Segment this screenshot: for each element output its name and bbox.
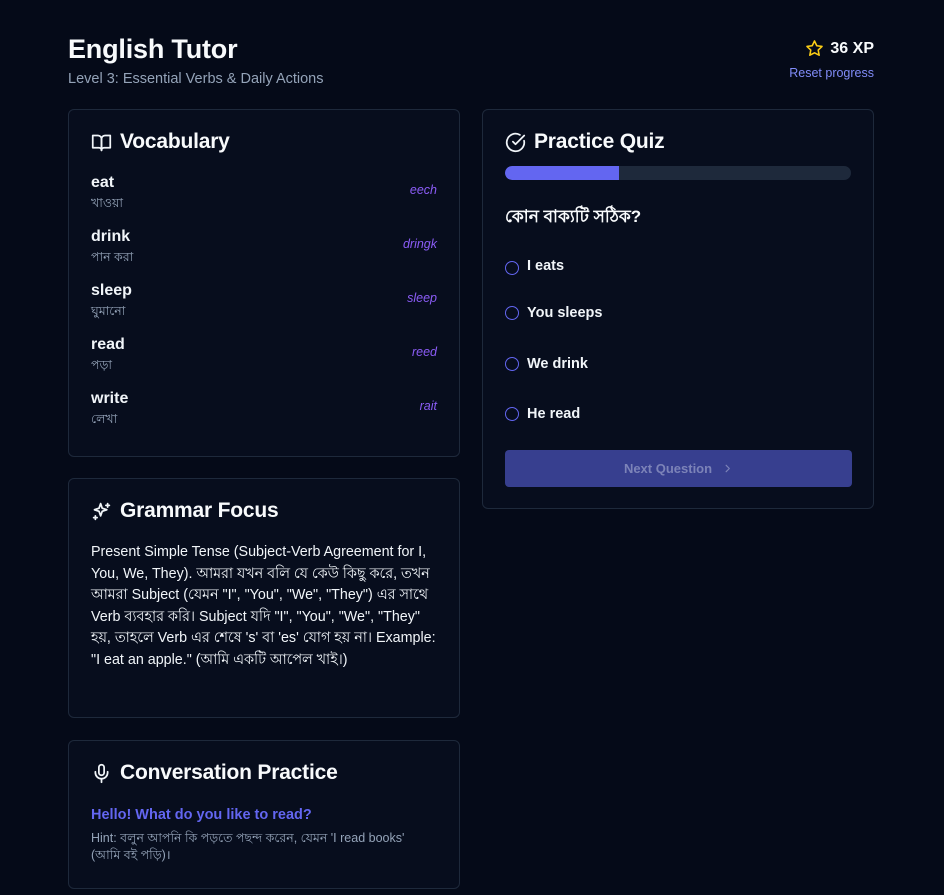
quiz-question: কোন বাক্যটি সঠিক? [505, 207, 642, 226]
quiz-title: Practice Quiz [534, 130, 665, 153]
quiz-card: Practice Quiz কোন বাক্যটি সঠিক? I eats Y… [482, 109, 874, 509]
grammar-card: Grammar Focus Present Simple Tense (Subj… [68, 478, 460, 718]
vocab-item: eat খাওয়া eech [91, 174, 437, 228]
vocab-item: read পড়া reed [91, 336, 437, 390]
vocabulary-title: Vocabulary [120, 130, 230, 153]
next-question-label: Next Question [623, 461, 713, 476]
conversation-header: Conversation Practice [91, 761, 437, 785]
vocab-word: drink [91, 228, 131, 245]
radio-button[interactable] [505, 407, 519, 422]
book-open-icon [91, 134, 112, 151]
option-label: We drink [527, 355, 588, 372]
vocab-pronunciation: sleep [407, 291, 437, 305]
sparkles-icon [92, 502, 111, 520]
quiz-option[interactable]: We drink [505, 339, 851, 390]
quiz-progress-bar [505, 166, 851, 180]
vocab-word: eat [91, 174, 115, 191]
next-question-button[interactable]: Next Question [505, 450, 852, 487]
quiz-progress-fill [505, 166, 620, 180]
chevron-right-icon [725, 464, 730, 473]
radio-button[interactable] [505, 356, 519, 371]
vocab-meaning: খাওয়া [91, 196, 124, 210]
microphone-icon [94, 763, 109, 783]
grammar-header: Grammar Focus [91, 499, 437, 523]
conversation-title: Conversation Practice [120, 761, 338, 784]
xp-value: 36 XP [830, 39, 874, 57]
vocab-pronunciation: rait [419, 399, 437, 413]
reset-progress-link[interactable]: Reset progress [789, 66, 874, 80]
check-circle-icon [505, 132, 526, 152]
vocabulary-list: eat খাওয়া eech drink পান করা dringk sle… [91, 174, 437, 444]
vocab-meaning: ঘুমানো [91, 304, 126, 318]
xp-display: 36 XP [789, 39, 874, 58]
xp-panel: 36 XP Reset progress [789, 39, 874, 81]
option-label: I eats [527, 258, 565, 274]
grammar-title: Grammar Focus [120, 499, 279, 522]
conversation-prompt: Hello! What do you like to read? [91, 807, 312, 823]
vocabulary-header: Vocabulary [91, 130, 437, 154]
vocab-item: sleep ঘুমানো sleep [91, 282, 437, 336]
vocab-meaning: পড়া [91, 358, 113, 372]
vocab-item: write লেখা rait [91, 390, 437, 444]
vocab-meaning: পান করা [91, 250, 134, 264]
star-icon [806, 40, 824, 57]
quiz-options: I eats You sleeps We drink He read [505, 258, 851, 440]
vocab-word: write [91, 390, 129, 407]
quiz-option[interactable]: You sleeps [505, 288, 851, 339]
vocabulary-card: Vocabulary eat খাওয়া eech drink পান করা… [68, 109, 460, 457]
conversation-hint: Hint: বলুন আপনি কি পড়তে পছন্দ করেন, যেম… [91, 831, 405, 862]
app-header: English Tutor Level 3: Essential Verbs &… [68, 34, 874, 88]
quiz-option[interactable]: I eats [505, 258, 851, 288]
quiz-header: Practice Quiz [505, 130, 851, 154]
vocab-word: sleep [91, 282, 132, 299]
level-subtitle: Level 3: Essential Verbs & Daily Actions [68, 71, 324, 87]
vocab-word: read [91, 336, 125, 353]
option-label: He read [527, 406, 581, 423]
radio-button[interactable] [505, 261, 519, 275]
vocab-pronunciation: reed [411, 345, 437, 359]
option-label: You sleeps [527, 305, 603, 322]
radio-button[interactable] [505, 306, 519, 321]
app-title: English Tutor [68, 34, 238, 64]
conversation-card: Conversation Practice Hello! What do you… [68, 740, 460, 889]
vocab-pronunciation: eech [409, 183, 437, 197]
grammar-explanation: Present Simple Tense (Subject-Verb Agree… [91, 544, 436, 668]
vocab-item: drink পান করা dringk [91, 228, 437, 282]
vocab-meaning: লেখা [91, 412, 118, 426]
vocab-pronunciation: dringk [402, 237, 437, 251]
quiz-option[interactable]: He read [505, 389, 851, 440]
